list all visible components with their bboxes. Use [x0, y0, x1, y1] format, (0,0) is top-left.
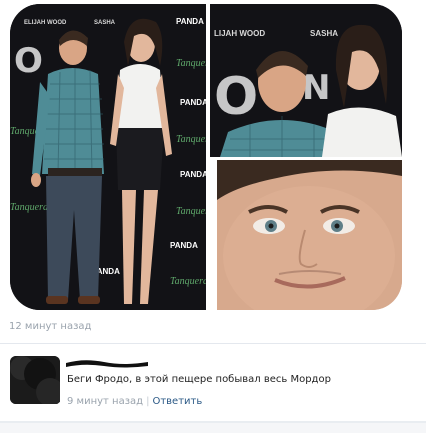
- banner-brand-2: Tanqueray: [176, 134, 206, 145]
- photo-collage[interactable]: ELIJAH WOOD SASHA PANDA Tanqueray PANDA …: [10, 4, 402, 310]
- comment-text: Беги Фродо, в этой пещере побывал весь М…: [67, 374, 331, 385]
- banner-name-2: SASHA: [94, 20, 116, 26]
- banner-logo-4: PANDA: [170, 241, 198, 250]
- svg-text:O: O: [14, 41, 43, 81]
- banner-logo-1: PANDA: [176, 17, 204, 26]
- photo-face-closeup-image: [217, 160, 402, 310]
- banner-name-3: LIJAH WOOD: [214, 29, 265, 38]
- banner-logo-3: PANDA: [180, 170, 206, 179]
- avatar[interactable]: [10, 356, 64, 406]
- photo-couple-closeup[interactable]: LIJAH WOOD SASHA O N: [210, 4, 402, 157]
- comment-meta: 9 минут назад | Ответить: [67, 396, 202, 407]
- photo-face-closeup[interactable]: [217, 160, 402, 310]
- banner-name-1: ELIJAH WOOD: [24, 20, 67, 26]
- photo-couple-full[interactable]: ELIJAH WOOD SASHA PANDA Tanqueray PANDA …: [10, 4, 206, 310]
- comment-author-name-redacted[interactable]: [64, 355, 150, 369]
- avatar-image: [10, 356, 64, 406]
- comment-input-area[interactable]: [0, 423, 426, 433]
- banner-name-4: SASHA: [310, 29, 338, 38]
- banner-logo-2: PANDA: [180, 98, 206, 107]
- svg-text:O: O: [214, 67, 258, 127]
- banner-brand-1: Tanqueray: [176, 58, 206, 69]
- meta-separator: |: [146, 396, 150, 407]
- redaction-scribble: [66, 360, 148, 368]
- photo-couple-closeup-image: LIJAH WOOD SASHA O N: [210, 4, 402, 157]
- reply-link[interactable]: Ответить: [152, 396, 202, 407]
- banner-brand-3: Tanqueray: [176, 206, 206, 217]
- photo-couple-full-image: ELIJAH WOOD SASHA PANDA Tanqueray PANDA …: [10, 4, 206, 310]
- comment-timestamp[interactable]: 9 минут назад: [67, 396, 143, 407]
- post-timestamp[interactable]: 12 минут назад: [9, 321, 91, 332]
- banner-brand-4: Tanqueray: [170, 276, 206, 287]
